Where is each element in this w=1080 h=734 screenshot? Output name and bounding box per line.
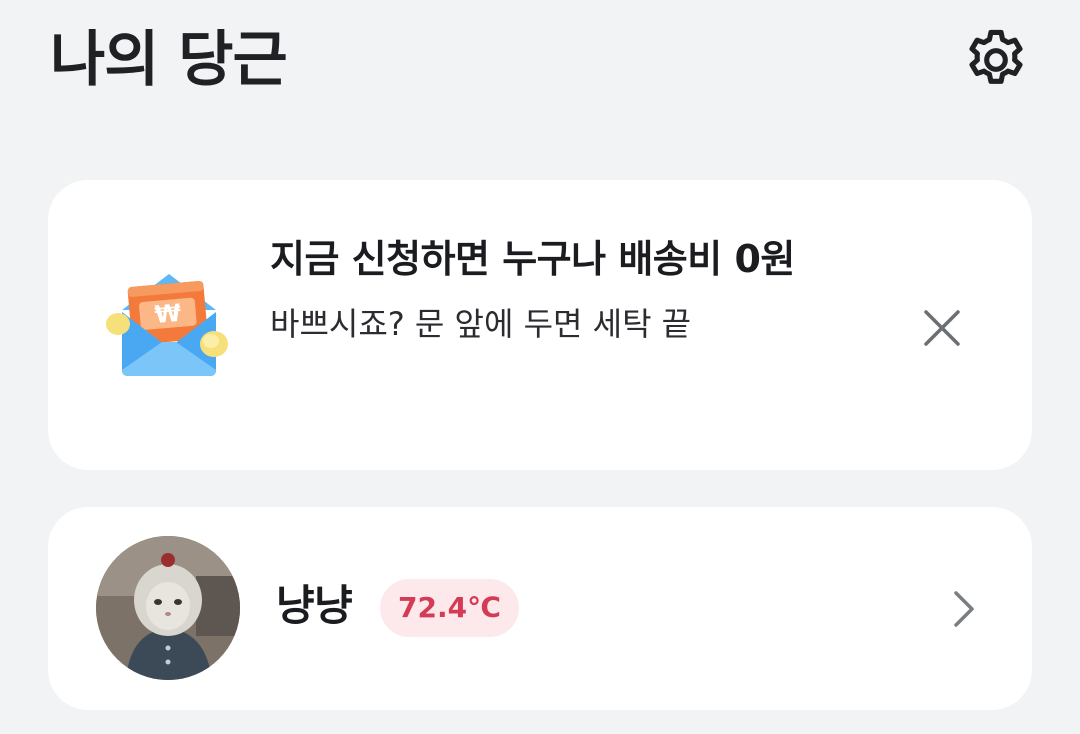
avatar[interactable] [96, 536, 240, 680]
header: 나의 당근 [0, 0, 1080, 120]
cat-avatar [96, 536, 240, 680]
page-title: 나의 당근 [50, 25, 288, 95]
svg-text:₩: ₩ [153, 299, 182, 329]
promo-title: 지금 신청하면 누구나 배송비 0원 [270, 237, 795, 281]
close-button[interactable] [914, 300, 970, 356]
profile-chevron-button[interactable] [940, 584, 988, 634]
temperature-badge: 72.4℃ [380, 579, 519, 637]
promo-subtitle: 바쁘시죠? 문 앞에 두면 세탁 끝 [270, 305, 692, 343]
envelope-won-icon: ₩ [104, 266, 234, 384]
gear-icon [969, 29, 1023, 84]
promo-text: 지금 신청하면 누구나 배송비 0원 바쁘시죠? 문 앞에 두면 세탁 끝 [270, 230, 870, 346]
profile-name: 냥냥 [276, 581, 353, 630]
close-icon [924, 310, 960, 346]
settings-button[interactable] [956, 24, 1036, 96]
chevron-right-icon [954, 591, 974, 627]
